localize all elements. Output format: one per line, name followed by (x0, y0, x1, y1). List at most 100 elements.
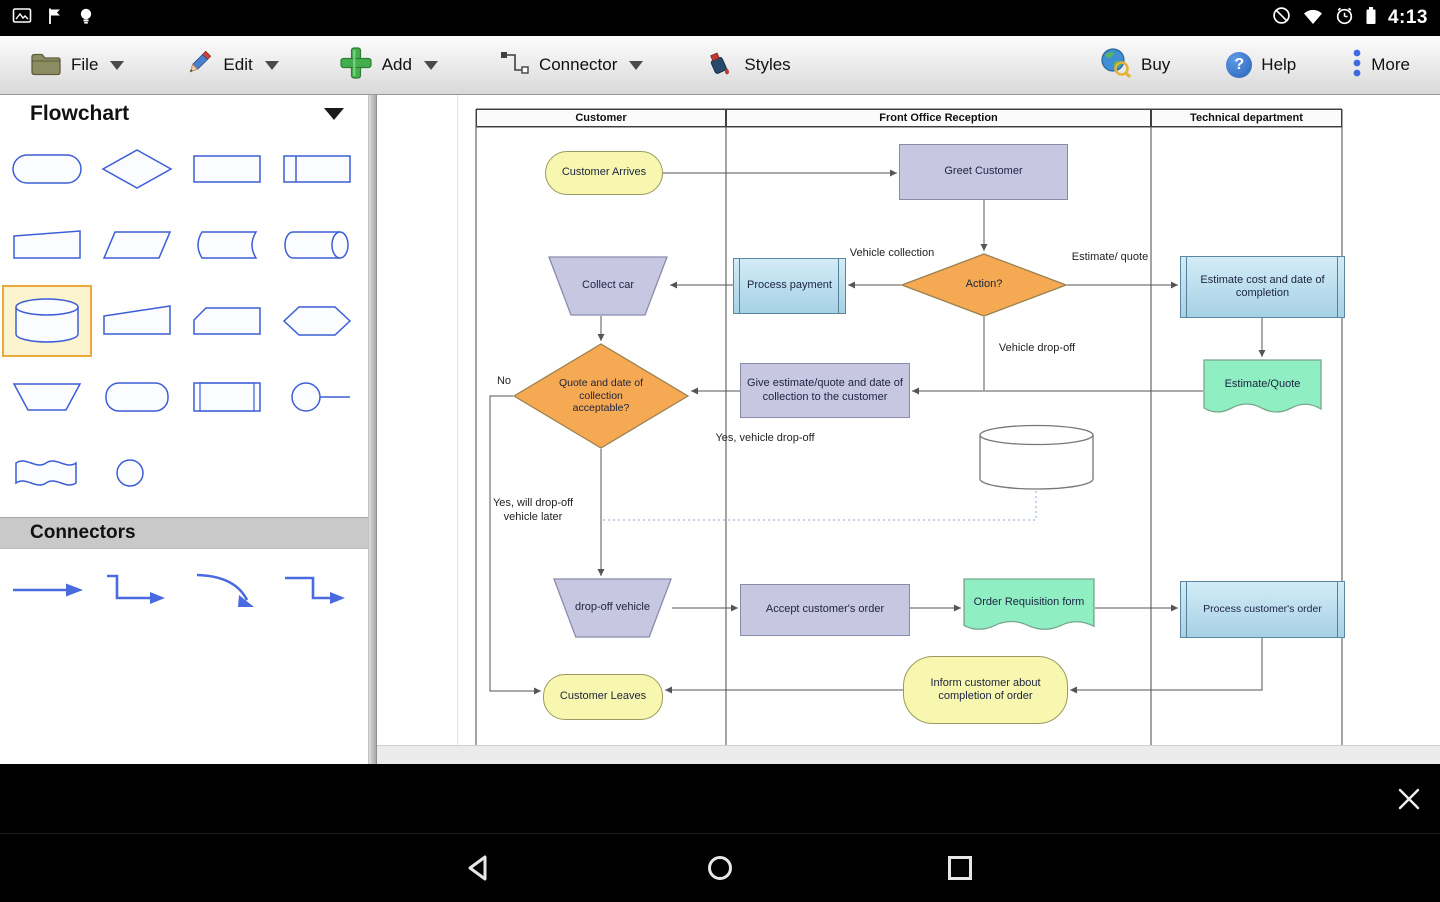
styles-icon (703, 48, 735, 83)
node-greet-customer[interactable]: Greet Customer (899, 144, 1068, 200)
connector-step-arrow[interactable] (272, 561, 362, 619)
close-icon (1397, 787, 1421, 811)
node-label: Estimate/Quote (1203, 359, 1322, 421)
diagram-canvas[interactable]: Customer Front Office Reception Technica… (377, 95, 1440, 764)
node-process-order[interactable]: Process customer's order (1180, 581, 1345, 638)
recents-icon (946, 854, 974, 882)
node-collect-car[interactable]: Collect car (548, 256, 668, 316)
shape-database[interactable] (2, 285, 92, 357)
lane-header-front-office[interactable]: Front Office Reception (726, 109, 1151, 127)
connector-grid (0, 549, 368, 619)
shape-empty-cell (272, 437, 362, 509)
shape-framed-rectangle[interactable] (182, 361, 272, 433)
shape-direct-access-storage[interactable] (272, 209, 362, 281)
node-action-decision[interactable]: Action? (901, 253, 1067, 317)
connector-elbow-arrow[interactable] (92, 561, 182, 619)
shape-stored-data[interactable] (182, 209, 272, 281)
lane-header-customer[interactable]: Customer (476, 109, 726, 127)
edge-label-estimate-quote: Estimate/ quote (1060, 251, 1160, 265)
globe-magnifier-icon (1100, 47, 1132, 84)
node-drop-off-vehicle[interactable]: drop-off vehicle (553, 578, 672, 638)
help-button[interactable]: ? Help (1226, 52, 1296, 78)
chevron-down-icon (424, 61, 438, 70)
horizontal-scrollbar[interactable] (377, 745, 1440, 764)
node-customer-arrives[interactable]: Customer Arrives (545, 151, 663, 195)
banner-close-button[interactable] (1394, 784, 1424, 814)
shape-diamond[interactable] (92, 133, 182, 205)
node-customer-leaves[interactable]: Customer Leaves (543, 674, 663, 720)
status-left-icons (12, 7, 94, 30)
nav-recents-button[interactable] (946, 854, 974, 882)
nav-home-button[interactable] (706, 854, 734, 882)
shape-cut-corner-card[interactable] (182, 285, 272, 357)
shape-inverted-trapezoid[interactable] (2, 361, 92, 433)
styles-button[interactable]: Styles (703, 48, 790, 83)
buy-label: Buy (1141, 55, 1170, 75)
section-collapse-caret-icon[interactable] (324, 108, 344, 120)
node-accept-order[interactable]: Accept customer's order (740, 584, 910, 636)
node-quote-acceptable-decision[interactable]: Quote and date of collection acceptable? (513, 343, 689, 449)
node-process-payment[interactable]: Process payment (733, 258, 846, 314)
shape-display[interactable] (92, 361, 182, 433)
chevron-down-icon (629, 61, 643, 70)
flowchart-section-header[interactable]: Flowchart (0, 95, 368, 133)
node-database-cylinder[interactable] (978, 424, 1095, 491)
question-mark-icon: ? (1226, 52, 1252, 78)
node-give-estimate[interactable]: Give estimate/quote and date of collecti… (740, 363, 910, 418)
file-button[interactable]: File (30, 50, 124, 81)
shape-wave-document[interactable] (2, 437, 92, 509)
add-button[interactable]: Add (339, 46, 438, 85)
shape-circle[interactable] (92, 437, 182, 509)
styles-label: Styles (744, 55, 790, 75)
more-dots-icon (1352, 48, 1362, 83)
shape-parallelogram[interactable] (92, 209, 182, 281)
lane-header-technical[interactable]: Technical department (1151, 109, 1342, 127)
lightbulb-icon (78, 7, 94, 30)
shape-hexagon[interactable] (272, 285, 362, 357)
shape-stadium[interactable] (2, 133, 92, 205)
flowchart-section-title: Flowchart (30, 102, 129, 126)
buy-button[interactable]: Buy (1100, 47, 1170, 84)
shape-card[interactable] (2, 209, 92, 281)
home-icon (706, 854, 734, 882)
node-inform-customer[interactable]: Inform customer about completion of orde… (903, 656, 1068, 724)
file-label: File (71, 55, 98, 75)
more-button[interactable]: More (1352, 48, 1410, 83)
node-label: Order Requisition form (963, 578, 1095, 638)
alarm-icon (1335, 6, 1354, 30)
pencil-icon (184, 48, 214, 83)
help-label: Help (1261, 55, 1296, 75)
content-area: Flowchart (0, 95, 1440, 764)
connector-curved-arrow[interactable] (182, 561, 272, 619)
ad-banner (0, 764, 1440, 833)
app-screen: 4:13 File Edit Add (0, 0, 1440, 900)
android-nav-bar (0, 833, 1440, 902)
edit-button[interactable]: Edit (184, 48, 278, 83)
connector-label: Connector (539, 55, 617, 75)
status-clock: 4:13 (1388, 7, 1428, 29)
node-order-requisition-document[interactable]: Order Requisition form (963, 578, 1095, 638)
chevron-down-icon (110, 61, 124, 70)
connector-straight-arrow[interactable] (2, 561, 92, 619)
edge-label-vehicle-drop-off: Vehicle drop-off (977, 342, 1097, 356)
node-estimate-cost[interactable]: Estimate cost and date of completion (1180, 256, 1345, 318)
connector-button[interactable]: Connector (498, 49, 643, 82)
battery-icon (1365, 6, 1377, 30)
shape-internal-storage[interactable] (272, 133, 362, 205)
node-estimate-quote-document[interactable]: Estimate/Quote (1203, 359, 1322, 421)
edge-label-no: No (489, 375, 519, 389)
shape-palette: Flowchart (0, 95, 368, 764)
chevron-down-icon (265, 61, 279, 70)
no-signal-icon (1272, 6, 1291, 30)
edit-label: Edit (223, 55, 252, 75)
shape-grid (0, 133, 368, 509)
shape-circle-connector[interactable] (272, 361, 362, 433)
nav-back-button[interactable] (466, 854, 494, 882)
connectors-section-header[interactable]: Connectors (0, 517, 368, 549)
shape-manual-operation[interactable] (92, 285, 182, 357)
shape-rectangle[interactable] (182, 133, 272, 205)
toolbar: File Edit Add Connector (0, 36, 1440, 95)
edge-label-yes-vehicle-drop-off: Yes, vehicle drop-off (695, 432, 835, 446)
add-label: Add (382, 55, 412, 75)
plus-icon (339, 46, 373, 85)
